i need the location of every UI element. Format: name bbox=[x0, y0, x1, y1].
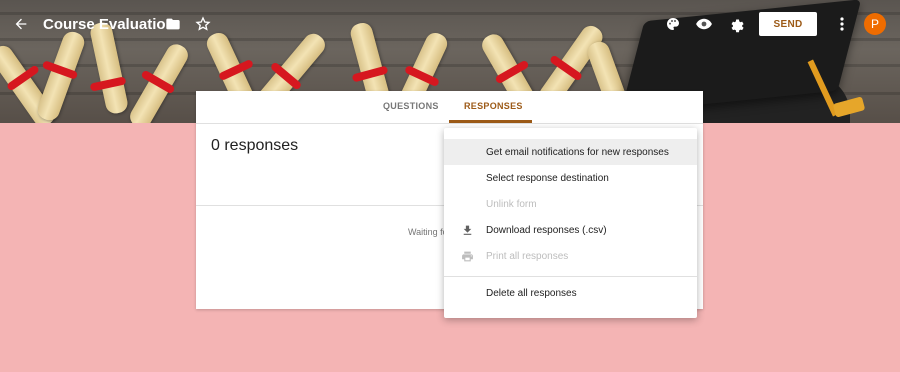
form-title[interactable]: Course Evaluation bbox=[43, 16, 175, 33]
active-tab-indicator bbox=[449, 120, 532, 123]
toolbar: Course Evaluation SEND P bbox=[0, 0, 900, 50]
star-icon[interactable] bbox=[193, 14, 213, 34]
preview-eye-icon[interactable] bbox=[694, 14, 714, 34]
tab-questions[interactable]: QUESTIONS bbox=[383, 101, 439, 111]
avatar[interactable]: P bbox=[864, 13, 886, 35]
menu-separator bbox=[444, 276, 697, 277]
menu-item-delete-all[interactable]: Delete all responses bbox=[444, 280, 697, 306]
menu-item-download-csv[interactable]: Download responses (.csv) bbox=[444, 217, 697, 243]
folder-icon[interactable] bbox=[163, 14, 183, 34]
send-button[interactable]: SEND bbox=[759, 12, 817, 36]
more-vert-icon[interactable] bbox=[834, 14, 850, 34]
print-icon bbox=[460, 249, 474, 263]
settings-gear-icon[interactable] bbox=[726, 14, 746, 34]
menu-item-print-all: Print all responses bbox=[444, 243, 697, 269]
responses-count: 0 responses bbox=[211, 137, 299, 154]
palette-icon[interactable] bbox=[663, 14, 683, 34]
menu-item-unlink-form: Unlink form bbox=[486, 198, 537, 210]
responses-more-menu: Get email notifications for new response… bbox=[444, 128, 697, 318]
back-arrow-icon[interactable] bbox=[10, 13, 32, 35]
tab-responses[interactable]: RESPONSES bbox=[464, 101, 523, 111]
menu-item-select-destination[interactable]: Select response destination bbox=[444, 165, 697, 191]
menu-item-email-notifications[interactable]: Get email notifications for new response… bbox=[444, 139, 697, 165]
download-icon bbox=[460, 223, 474, 237]
waiting-message: Waiting fo bbox=[408, 227, 448, 237]
tab-bar: QUESTIONS RESPONSES bbox=[196, 91, 703, 124]
